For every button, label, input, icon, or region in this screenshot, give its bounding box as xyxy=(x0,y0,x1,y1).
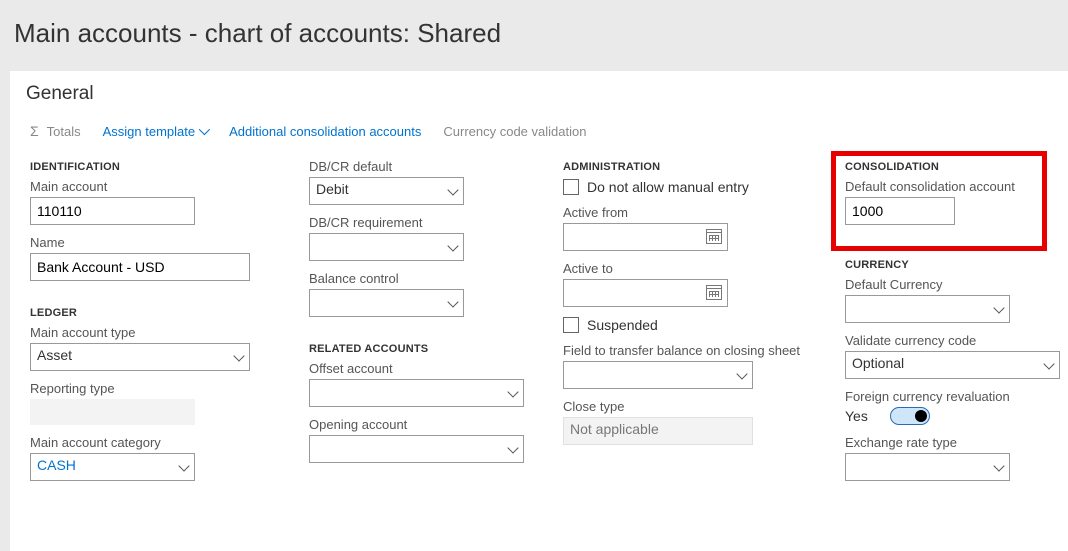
suspended-checkbox[interactable]: Suspended xyxy=(563,317,811,333)
chevron-down-icon xyxy=(1043,358,1054,369)
do-not-allow-manual-checkbox[interactable]: Do not allow manual entry xyxy=(563,179,811,195)
reporting-type-input xyxy=(30,399,195,425)
chevron-down-icon xyxy=(447,240,458,251)
page-title: Main accounts - chart of accounts: Share… xyxy=(0,0,1068,71)
consolidation-section: CONSOLIDATION xyxy=(845,161,1060,173)
foreign-currency-toggle[interactable] xyxy=(890,407,930,425)
close-type-label: Close type xyxy=(563,399,811,414)
main-account-type-select[interactable]: Asset xyxy=(30,343,250,371)
dbcr-default-select[interactable]: Debit xyxy=(309,177,464,205)
validate-currency-select[interactable]: Optional xyxy=(845,351,1060,379)
validate-currency-value: Optional xyxy=(852,355,904,371)
main-account-type-label: Main account type xyxy=(30,325,275,340)
main-account-label: Main account xyxy=(30,179,275,194)
balance-control-label: Balance control xyxy=(309,271,529,286)
ledger-section: LEDGER xyxy=(30,307,275,319)
chevron-down-icon xyxy=(447,296,458,307)
chevron-down-icon xyxy=(199,124,210,135)
offset-account-select[interactable] xyxy=(309,379,524,407)
exchange-rate-type-select[interactable] xyxy=(845,453,1010,481)
name-input[interactable] xyxy=(30,253,250,281)
currency-section: CURRENCY xyxy=(845,259,1060,271)
chevron-down-icon xyxy=(507,442,518,453)
main-account-category-value: CASH xyxy=(37,457,76,473)
transfer-balance-label: Field to transfer balance on closing she… xyxy=(563,343,811,358)
panel-title: General xyxy=(26,83,1052,105)
validate-currency-label: Validate currency code xyxy=(845,333,1060,348)
active-to-input[interactable] xyxy=(563,279,728,307)
checkbox-icon xyxy=(563,317,579,333)
assign-template-button[interactable]: Assign template xyxy=(103,124,208,139)
dbcr-default-value: Debit xyxy=(316,181,349,197)
opening-account-label: Opening account xyxy=(309,417,529,432)
foreign-currency-value: Yes xyxy=(845,408,868,424)
chevron-down-icon xyxy=(993,302,1004,313)
suspended-label: Suspended xyxy=(587,317,658,333)
transfer-balance-select[interactable] xyxy=(563,361,753,389)
administration-section: ADMINISTRATION xyxy=(563,161,811,173)
balance-control-select[interactable] xyxy=(309,289,464,317)
main-account-type-value: Asset xyxy=(37,347,72,363)
additional-consolidation-button[interactable]: Additional consolidation accounts xyxy=(229,124,421,139)
main-account-input[interactable] xyxy=(30,197,195,225)
related-accounts-section: RELATED ACCOUNTS xyxy=(309,343,529,355)
foreign-currency-label: Foreign currency revaluation xyxy=(845,389,1060,404)
toolbar: Σ Totals Assign template Additional cons… xyxy=(26,123,1052,139)
identification-section: IDENTIFICATION xyxy=(30,161,275,173)
chevron-down-icon xyxy=(447,184,458,195)
chevron-down-icon xyxy=(507,386,518,397)
totals-button[interactable]: Σ Totals xyxy=(30,123,81,139)
name-label: Name xyxy=(30,235,275,250)
totals-label: Totals xyxy=(47,124,81,139)
sigma-icon: Σ xyxy=(30,123,39,139)
default-consolidation-input[interactable] xyxy=(845,197,955,225)
active-to-label: Active to xyxy=(563,261,811,276)
offset-account-label: Offset account xyxy=(309,361,529,376)
chevron-down-icon xyxy=(993,460,1004,471)
calendar-icon xyxy=(706,285,722,300)
default-currency-select[interactable] xyxy=(845,295,1010,323)
default-currency-label: Default Currency xyxy=(845,277,1060,292)
general-panel: General Σ Totals Assign template Additio… xyxy=(10,71,1068,551)
main-account-category-select[interactable]: CASH xyxy=(30,453,195,481)
close-type-value: Not applicable xyxy=(563,417,753,445)
dbcr-requirement-select[interactable] xyxy=(309,233,464,261)
calendar-icon xyxy=(706,229,722,244)
toggle-knob xyxy=(915,410,927,422)
dbcr-default-label: DB/CR default xyxy=(309,159,529,174)
active-from-input[interactable] xyxy=(563,223,728,251)
currency-code-validation-button[interactable]: Currency code validation xyxy=(443,124,586,139)
assign-template-label: Assign template xyxy=(103,124,196,139)
exchange-rate-type-label: Exchange rate type xyxy=(845,435,1060,450)
do-not-allow-manual-label: Do not allow manual entry xyxy=(587,179,749,195)
chevron-down-icon xyxy=(178,460,189,471)
checkbox-icon xyxy=(563,179,579,195)
opening-account-select[interactable] xyxy=(309,435,524,463)
dbcr-requirement-label: DB/CR requirement xyxy=(309,215,529,230)
main-account-category-label: Main account category xyxy=(30,435,275,450)
default-consolidation-label: Default consolidation account xyxy=(845,179,1060,194)
chevron-down-icon xyxy=(736,368,747,379)
active-from-label: Active from xyxy=(563,205,811,220)
reporting-type-label: Reporting type xyxy=(30,381,275,396)
chevron-down-icon xyxy=(233,350,244,361)
